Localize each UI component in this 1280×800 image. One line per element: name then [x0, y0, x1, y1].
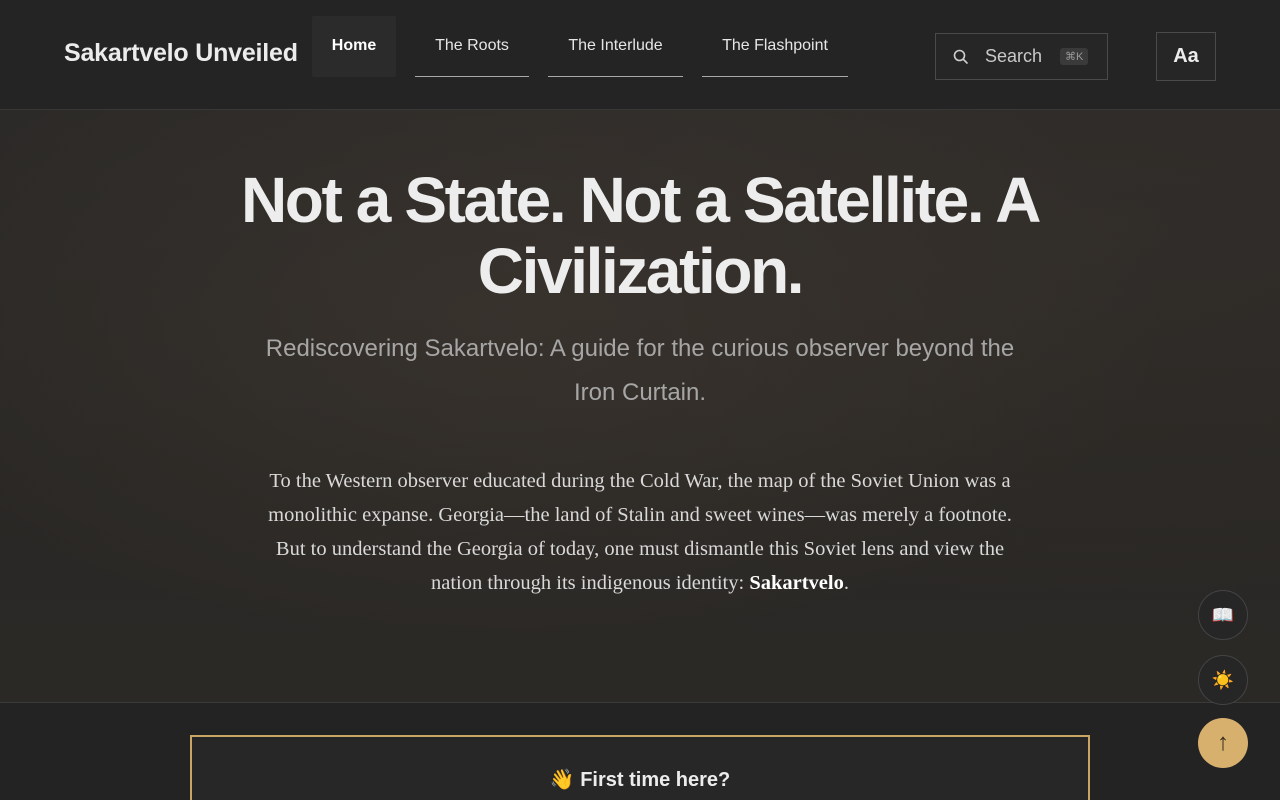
- first-time-title: 👋 First time here?: [549, 769, 731, 791]
- theme-toggle-button[interactable]: ☀️: [1198, 655, 1248, 705]
- hero-subtitle: Rediscovering Sakartvelo: A guide for th…: [265, 335, 1015, 406]
- nav-item-the-interlude[interactable]: The Interlude: [548, 16, 683, 77]
- nav-item-the-roots[interactable]: The Roots: [415, 16, 529, 77]
- arrow-up-icon: ↑: [1217, 729, 1229, 756]
- hero-intro-paragraph: To the Western observer educated during …: [255, 464, 1025, 600]
- book-icon: 📖: [1211, 604, 1235, 625]
- nav-item-home[interactable]: Home: [312, 16, 396, 77]
- search-icon: [952, 48, 970, 66]
- hero-intro-emphasis: Sakartvelo: [749, 572, 844, 594]
- back-to-top-button[interactable]: ↑: [1198, 718, 1248, 768]
- site-header: Sakartvelo Unveiled Home The Roots The I…: [0, 0, 1280, 110]
- font-settings-button[interactable]: Aa: [1156, 32, 1216, 81]
- hero-intro-end: .: [843, 572, 849, 594]
- search-placeholder: Search: [985, 46, 1043, 66]
- search-button[interactable]: Search ⌘K: [935, 33, 1108, 80]
- nav-item-the-flashpoint[interactable]: The Flashpoint: [702, 16, 848, 77]
- search-shortcut-badge: ⌘K: [1060, 48, 1089, 65]
- hero-intro-text: To the Western observer educated during …: [268, 470, 1012, 594]
- hero-title: Not a State. Not a Satellite. A Civiliza…: [240, 164, 1041, 307]
- reading-mode-button[interactable]: 📖: [1198, 590, 1248, 640]
- first-time-card: 👋 First time here?: [190, 735, 1090, 800]
- hero-section: Not a State. Not a Satellite. A Civiliza…: [0, 110, 1280, 703]
- site-logo[interactable]: Sakartvelo Unveiled: [64, 39, 298, 68]
- sun-icon: ☀️: [1211, 669, 1235, 690]
